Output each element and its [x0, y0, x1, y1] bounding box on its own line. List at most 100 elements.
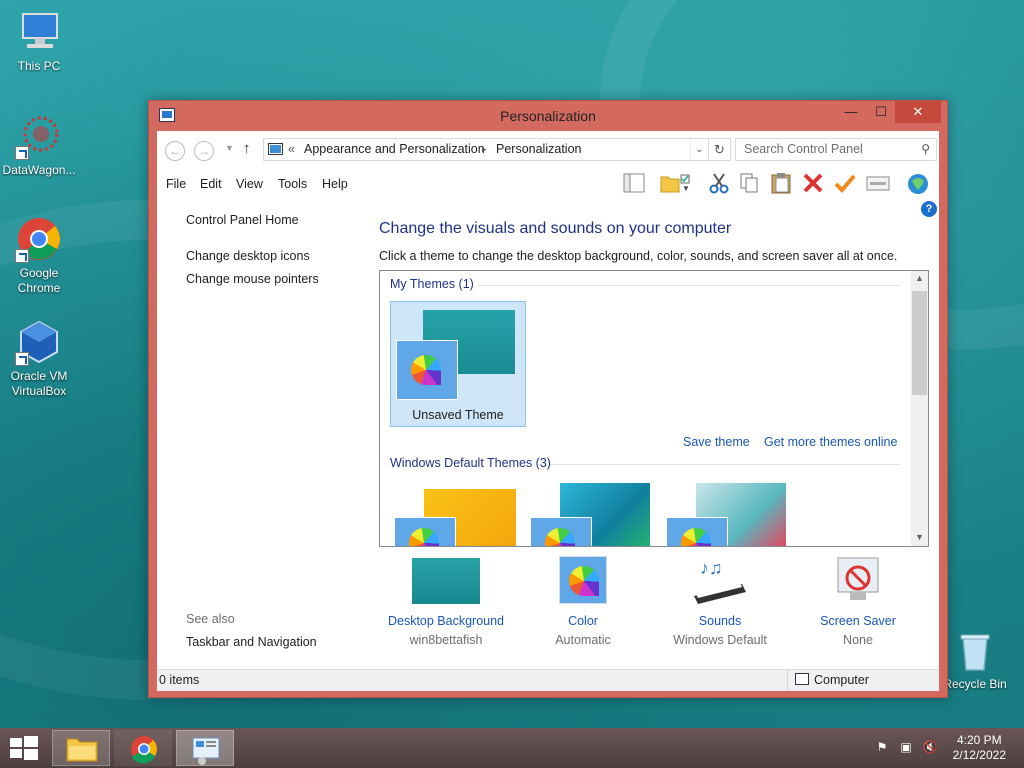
menu-edit[interactable]: Edit — [200, 177, 222, 191]
network-icon[interactable]: ▣ — [898, 740, 914, 756]
desktop-background-setting[interactable]: Desktop Background win8bettafish — [371, 556, 521, 647]
desktop-background-label[interactable]: Desktop Background — [371, 614, 521, 628]
globe-icon[interactable] — [905, 171, 929, 195]
screen-saver-icon — [824, 556, 892, 606]
my-themes-group-title[interactable]: My Themes (1) — [390, 277, 474, 291]
desktop-icon-label: DataWagon... — [2, 163, 76, 177]
save-theme-link[interactable]: Save theme — [683, 435, 750, 449]
layout-pane-icon[interactable] — [622, 171, 646, 195]
theme-color-preview — [394, 517, 456, 546]
folder-options-icon[interactable]: ▼ — [659, 171, 690, 195]
clock-date: 2/12/2022 — [952, 748, 1006, 762]
desktop-icon-chrome[interactable]: Google Chrome — [0, 215, 78, 296]
get-more-themes-link[interactable]: Get more themes online — [764, 435, 897, 449]
theme-tile-flowers[interactable] — [666, 483, 790, 546]
screen-saver-setting[interactable]: Screen Saver None — [783, 556, 933, 647]
personalization-window: Personalization — ☐ ✕ ← → ▼ ↑ « Appearan… — [148, 100, 948, 698]
help-icon[interactable]: ? — [921, 201, 937, 217]
address-overflow-chevron[interactable]: « — [288, 139, 295, 160]
recycle-bin-icon — [955, 630, 995, 674]
themes-scrollbar[interactable]: ▲ ▼ — [911, 271, 928, 546]
paste-icon[interactable] — [769, 171, 793, 195]
scroll-thumb[interactable] — [912, 291, 927, 395]
desktop-icon-datawagon[interactable]: DataWagon... — [0, 112, 78, 178]
svg-text:♪♫: ♪♫ — [700, 558, 723, 578]
desktop-background-thumbnail — [412, 556, 480, 606]
delete-icon[interactable] — [801, 171, 825, 195]
page-title: Change the visuals and sounds on your co… — [379, 220, 732, 237]
minimize-button[interactable]: — — [837, 101, 865, 123]
breadcrumb-personalization[interactable]: Personalization — [496, 139, 581, 160]
start-button[interactable] — [8, 736, 40, 760]
taskbar-navigation-link[interactable]: Taskbar and Navigation — [186, 635, 317, 649]
scroll-down-arrow[interactable]: ▼ — [911, 532, 928, 542]
desktop-icon-virtualbox[interactable]: Oracle VM VirtualBox — [0, 318, 78, 399]
page-subtitle: Click a theme to change the desktop back… — [379, 249, 898, 263]
sounds-setting[interactable]: ♪♫ Sounds Windows Default — [645, 556, 795, 647]
desktop-icon-label: Google Chrome — [17, 266, 61, 295]
screen-saver-label[interactable]: Screen Saver — [783, 614, 933, 628]
refresh-button[interactable]: ↻ — [709, 138, 731, 161]
close-button[interactable]: ✕ — [895, 101, 941, 123]
control-panel-icon — [268, 143, 283, 155]
change-desktop-icons-link[interactable]: Change desktop icons — [186, 249, 310, 263]
theme-label: Unsaved Theme — [412, 408, 504, 422]
system-clock[interactable]: 4:20 PM 2/12/2022 — [953, 733, 1006, 763]
status-divider — [787, 670, 788, 691]
search-input[interactable]: Search Control Panel ⚲ — [735, 138, 937, 161]
address-dropdown-button[interactable]: ⌄ — [690, 139, 708, 160]
color-setting[interactable]: Color Automatic — [508, 556, 658, 647]
default-themes-group-title[interactable]: Windows Default Themes (3) — [390, 456, 551, 470]
forward-button[interactable]: → — [194, 141, 214, 161]
recent-locations-button[interactable]: ▼ — [225, 143, 234, 153]
scroll-up-arrow[interactable]: ▲ — [911, 273, 928, 283]
menu-tools[interactable]: Tools — [278, 177, 307, 191]
address-bar-row: ← → ▼ ↑ « Appearance and Personalization… — [157, 131, 939, 169]
shortcut-arrow-icon — [15, 249, 29, 263]
menu-file[interactable]: File — [166, 177, 186, 191]
chrome-icon — [131, 736, 157, 764]
svg-text:▼: ▼ — [682, 184, 690, 193]
chrome-icon — [15, 215, 63, 263]
volume-muted-icon[interactable]: 🔇 — [922, 740, 938, 756]
unsaved-theme-tile[interactable]: Unsaved Theme — [390, 301, 526, 427]
properties-icon[interactable] — [865, 171, 890, 195]
up-button[interactable]: ↑ — [243, 140, 251, 157]
copy-icon[interactable] — [737, 171, 761, 195]
theme-color-preview — [396, 340, 458, 400]
color-label[interactable]: Color — [508, 614, 658, 628]
taskbar-chrome[interactable] — [114, 730, 172, 766]
color-thumbnail — [549, 556, 617, 606]
color-palette-icon — [681, 528, 711, 546]
control-panel-home-link[interactable]: Control Panel Home — [186, 213, 299, 227]
color-palette-icon — [409, 528, 439, 546]
theme-tile-windows[interactable] — [394, 489, 518, 546]
taskbar-control-panel[interactable] — [176, 730, 234, 766]
sounds-label[interactable]: Sounds — [645, 614, 795, 628]
menu-view[interactable]: View — [236, 177, 263, 191]
taskbar-file-explorer[interactable] — [52, 730, 110, 766]
sounds-value: Windows Default — [673, 633, 767, 647]
maximize-button[interactable]: ☐ — [867, 101, 895, 123]
change-mouse-pointers-link[interactable]: Change mouse pointers — [186, 272, 319, 286]
desktop-icon-this-pc[interactable]: This PC — [0, 8, 78, 74]
search-icon[interactable]: ⚲ — [921, 139, 930, 160]
desktop-icon-label: Oracle VM VirtualBox — [10, 369, 68, 398]
status-location: Computer — [814, 673, 869, 687]
breadcrumb-separator[interactable]: ▸ — [482, 139, 487, 160]
checkmark-icon[interactable] — [833, 171, 857, 195]
computer-icon — [795, 673, 809, 685]
menu-help[interactable]: Help — [322, 177, 348, 191]
address-box[interactable]: « Appearance and Personalization ▸ Perso… — [263, 138, 709, 161]
search-placeholder: Search Control Panel — [744, 142, 863, 156]
theme-color-preview — [530, 517, 592, 546]
virtualbox-icon — [15, 318, 63, 366]
back-button[interactable]: ← — [165, 141, 185, 161]
taskbar: ⚑ ▣ 🔇 4:20 PM 2/12/2022 — [0, 728, 1024, 768]
action-center-flag-icon[interactable]: ⚑ — [874, 740, 890, 756]
theme-tile-lines-colors[interactable] — [530, 483, 654, 546]
window-titlebar[interactable]: Personalization — ☐ ✕ — [149, 101, 947, 131]
breadcrumb-appearance[interactable]: Appearance and Personalization — [304, 139, 485, 160]
screen-saver-value: None — [843, 633, 873, 647]
cut-icon[interactable] — [707, 171, 731, 195]
